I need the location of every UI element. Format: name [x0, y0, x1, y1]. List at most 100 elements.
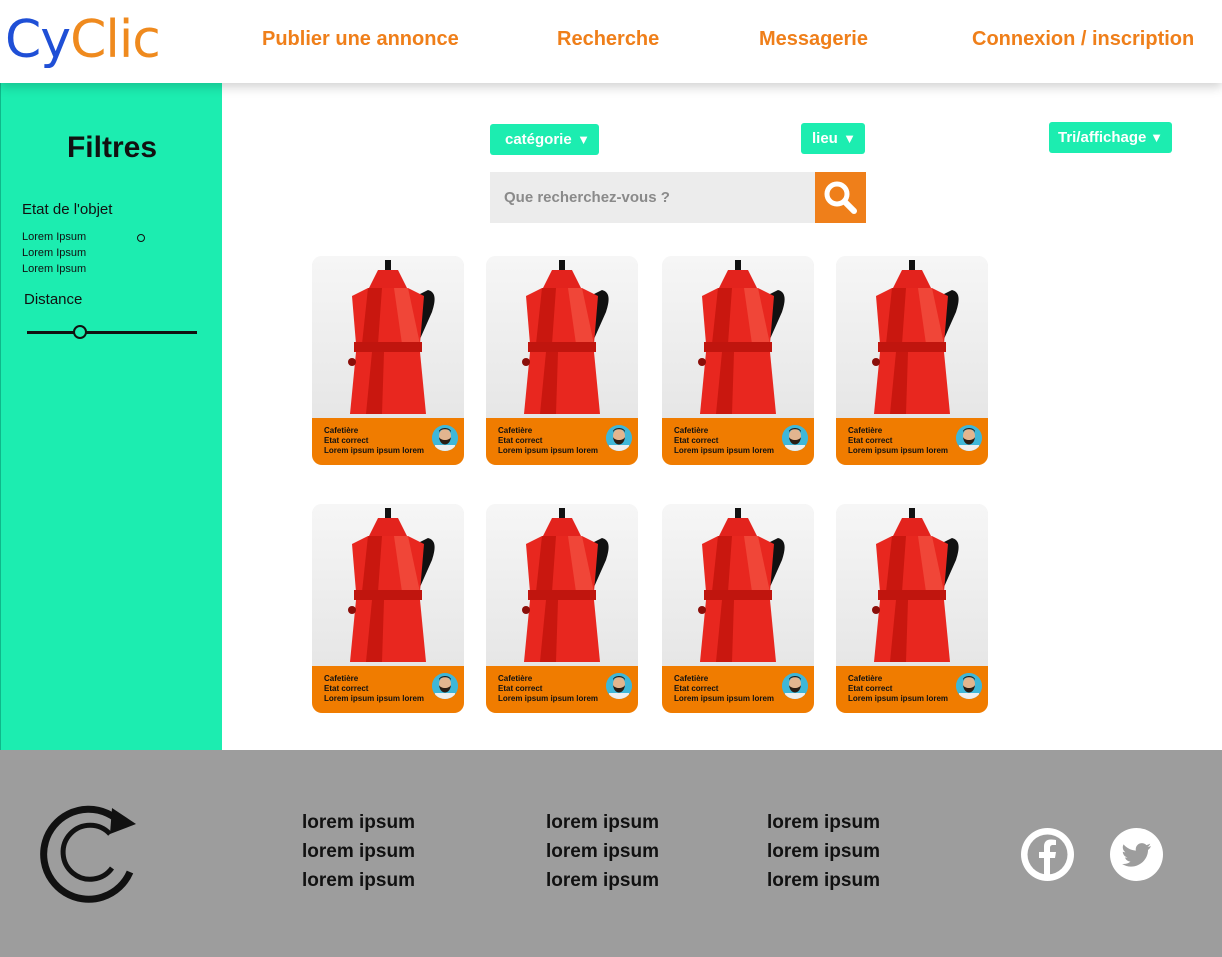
seller-avatar[interactable]	[956, 673, 982, 699]
listing-photo	[836, 504, 988, 666]
condition-filter-label: Etat de l'objet	[22, 201, 113, 218]
seller-avatar-image	[606, 673, 632, 699]
seller-avatar-image	[432, 673, 458, 699]
footer-link[interactable]: lorem ipsum	[302, 812, 415, 834]
listing-condition: Etat correct	[498, 684, 543, 693]
listing-condition: Etat correct	[324, 684, 369, 693]
location-dropdown[interactable]: lieu ▼	[801, 123, 865, 154]
twitter-icon	[1122, 843, 1151, 867]
listing-condition: Etat correct	[498, 436, 543, 445]
facebook-button[interactable]	[1021, 828, 1074, 881]
listing-description: Lorem ipsum ipsum lorem	[498, 446, 599, 455]
listing-title: Cafetière	[324, 674, 359, 683]
condition-option-3[interactable]: Lorem Ipsum	[22, 263, 86, 275]
footer-link[interactable]: lorem ipsum	[546, 870, 659, 892]
distance-filter-label: Distance	[24, 291, 83, 308]
distance-slider-thumb[interactable]	[72, 325, 87, 339]
seller-avatar[interactable]	[432, 425, 458, 451]
cyclic-logo[interactable]: CyClic	[5, 10, 161, 70]
moka-pot-image	[522, 508, 609, 662]
listing-title: Cafetière	[498, 426, 533, 435]
search-input[interactable]	[490, 172, 816, 223]
footer-link[interactable]: lorem ipsum	[767, 841, 880, 863]
nav-messages[interactable]: Messagerie	[759, 28, 868, 51]
filters-sidebar: Filtres Etat de l'objet Lorem Ipsum Lore…	[0, 83, 222, 750]
footer-link[interactable]: lorem ipsum	[546, 841, 659, 863]
listing-card[interactable]: Cafetière Etat correct Lorem ipsum ipsum l…	[486, 256, 638, 465]
filters-title: Filtres	[66, 131, 158, 164]
listing-title: Cafetière	[674, 674, 709, 683]
listing-description: Lorem ipsum ipsum lorem	[324, 446, 425, 455]
location-dropdown-label: lieu	[812, 130, 838, 147]
listing-title: Cafetière	[324, 426, 359, 435]
moka-pot-image	[698, 260, 785, 414]
listing-card[interactable]: Cafetière Etat correct Lorem ipsum ipsum l…	[836, 504, 988, 713]
search-button[interactable]	[815, 172, 866, 223]
listing-description: Lorem ipsum ipsum lorem	[848, 446, 949, 455]
listing-card[interactable]: Cafetière Etat correct Lorem ipsum ipsum l…	[486, 504, 638, 713]
listing-title: Cafetière	[674, 426, 709, 435]
site-footer: lorem ipsum lorem ipsum lorem ipsum lore…	[0, 750, 1222, 957]
listing-photo	[662, 256, 814, 418]
moka-pot-image	[698, 508, 785, 662]
listing-description: Lorem ipsum ipsum lorem	[324, 694, 425, 703]
listing-card[interactable]: Cafetière Etat correct Lorem ipsum ipsum l…	[312, 256, 464, 465]
listing-card[interactable]: Cafetière Etat correct Lorem ipsum ipsum l…	[662, 256, 814, 465]
listing-description: Lorem ipsum ipsum lorem	[674, 446, 775, 455]
seller-avatar[interactable]	[606, 673, 632, 699]
moka-pot-image	[348, 508, 435, 662]
footer-link[interactable]: lorem ipsum	[302, 841, 415, 863]
listing-title: Cafetière	[848, 426, 883, 435]
condition-option-1[interactable]: Lorem Ipsum	[22, 231, 86, 243]
moka-pot-image	[872, 508, 959, 662]
listing-card[interactable]: Cafetière Etat correct Lorem ipsum ipsum l…	[312, 504, 464, 713]
cyclic-footer-logo-icon	[40, 805, 136, 903]
listing-photo	[312, 504, 464, 666]
listing-condition: Etat correct	[848, 436, 893, 445]
footer-link[interactable]: lorem ipsum	[302, 870, 415, 892]
listing-description: Lorem ipsum ipsum lorem	[498, 694, 599, 703]
seller-avatar-image	[956, 425, 982, 451]
distance-slider-track[interactable]	[27, 331, 197, 334]
listing-info-bar: Cafetière Etat correct Lorem ipsum ipsum l…	[486, 666, 638, 713]
chevron-down-icon: ▼	[577, 132, 590, 147]
footer-link[interactable]: lorem ipsum	[767, 812, 880, 834]
listing-photo	[486, 504, 638, 666]
nav-search[interactable]: Recherche	[557, 28, 659, 51]
category-dropdown[interactable]: catégorie ▼	[490, 124, 599, 155]
listing-card[interactable]: Cafetière Etat correct Lorem ipsum ipsum l…	[662, 504, 814, 713]
logo-cy: Cy	[5, 10, 71, 70]
listing-info-bar: Cafetière Etat correct Lorem ipsum ipsum l…	[836, 666, 988, 713]
facebook-icon	[1027, 834, 1068, 875]
seller-avatar[interactable]	[782, 425, 808, 451]
listing-photo	[312, 256, 464, 418]
nav-publish-ad[interactable]: Publier une annonce	[262, 28, 459, 51]
seller-avatar[interactable]	[956, 425, 982, 451]
seller-avatar-image	[782, 673, 808, 699]
listing-info-bar: Cafetière Etat correct Lorem ipsum ipsum l…	[836, 418, 988, 465]
moka-pot-image	[872, 260, 959, 414]
footer-link[interactable]: lorem ipsum	[767, 870, 880, 892]
listing-photo	[836, 256, 988, 418]
seller-avatar[interactable]	[432, 673, 458, 699]
nav-login-signup[interactable]: Connexion / inscription	[972, 28, 1194, 51]
seller-avatar-image	[782, 425, 808, 451]
condition-option-2[interactable]: Lorem Ipsum	[22, 247, 86, 259]
seller-avatar-image	[956, 673, 982, 699]
seller-avatar[interactable]	[606, 425, 632, 451]
listing-title: Cafetière	[848, 674, 883, 683]
listing-info-bar: Cafetière Etat correct Lorem ipsum ipsum l…	[312, 418, 464, 465]
listing-condition: Etat correct	[848, 684, 893, 693]
seller-avatar-image	[606, 425, 632, 451]
footer-link[interactable]: lorem ipsum	[546, 812, 659, 834]
listing-title: Cafetière	[498, 674, 533, 683]
condition-radio[interactable]	[137, 234, 145, 242]
twitter-button[interactable]	[1110, 828, 1163, 881]
moka-pot-image	[348, 260, 435, 414]
chevron-down-icon: ▼	[843, 131, 856, 146]
seller-avatar[interactable]	[782, 673, 808, 699]
listing-info-bar: Cafetière Etat correct Lorem ipsum ipsum l…	[662, 418, 814, 465]
listing-card[interactable]: Cafetière Etat correct Lorem ipsum ipsum l…	[836, 256, 988, 465]
search-icon	[824, 181, 857, 214]
sort-display-dropdown[interactable]: Tri/affichage ▼	[1049, 122, 1172, 153]
